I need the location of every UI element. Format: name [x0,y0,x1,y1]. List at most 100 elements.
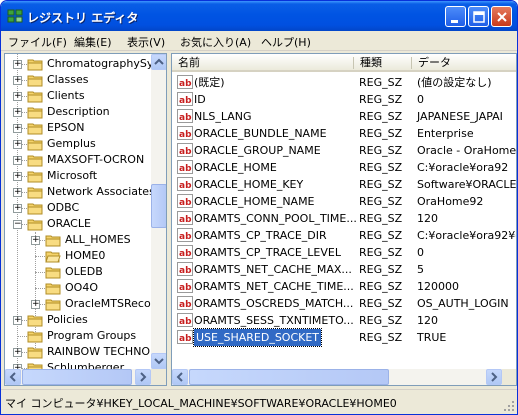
tree-vertical-scrollbar[interactable] [151,54,166,369]
expand-icon[interactable]: + [13,172,22,181]
string-value-icon: ab [177,211,193,225]
value-name: ORAMTS_CONN_POOL_TIME... [194,212,357,225]
scroll-left-button[interactable] [172,369,188,385]
string-value-icon: ab [177,279,193,293]
menu-edit[interactable]: 編集(E) [74,34,112,50]
status-bar: マイ コンピュータ¥HKEY_LOCAL_MACHINE¥SOFTWARE¥OR… [1,389,517,414]
expand-icon[interactable]: + [13,156,22,165]
tree-item[interactable]: + Microsoft [5,168,151,184]
tree-item[interactable]: + ChromatographySys [5,56,159,72]
value-data: JAPANESE_JAPAI [417,110,503,123]
expand-icon[interactable]: + [31,236,40,245]
title-bar[interactable]: レジストリ エディタ [1,1,517,31]
tree-item-label: MAXSOFT-OCRON [47,153,145,166]
resize-grip-icon[interactable] [503,400,515,412]
scroll-corner [151,369,166,385]
svg-text:ab: ab [179,79,192,89]
list-horizontal-scrollbar[interactable] [172,369,502,385]
value-row[interactable]: ab ORAMTS_OSCREDS_MATCH... REG_SZ OS_AUTH_L… [172,295,516,312]
tree-item[interactable]: Program Groups [5,328,151,344]
expand-icon[interactable]: + [13,348,22,357]
tree-item[interactable]: OLEDB [5,264,151,280]
string-value-icon: ab [177,194,193,208]
value-type: REG_SZ [359,93,403,106]
value-row[interactable]: ab ORAMTS_CONN_POOL_TIME... REG_SZ 120 [172,210,516,227]
scroll-thumb[interactable] [151,184,166,228]
expand-icon[interactable]: + [13,60,22,69]
tree-item[interactable]: + Classes [5,72,151,88]
tree-item[interactable]: + Description [5,104,151,120]
value-row[interactable]: ab ORAMTS_NET_CACHE_TIME... REG_SZ 120000 [172,278,516,295]
value-row[interactable]: ab USE_SHARED_SOCKET REG_SZ TRUE [172,328,516,347]
tree-item[interactable]: + ALL_HOMES [5,232,151,248]
expand-icon[interactable]: + [13,92,22,101]
expand-icon[interactable]: + [13,124,22,133]
tree-item[interactable]: + Gemplus [5,136,151,152]
tree-item[interactable]: + Network Associates [5,184,155,200]
value-name: ORAMTS_NET_CACHE_TIME... [194,280,354,293]
value-row[interactable]: ab ORACLE_HOME REG_SZ C:¥oracle¥ora92 [172,159,516,176]
tree-item[interactable]: + ODBC [5,200,151,216]
value-row[interactable]: ab ORAMTS_NET_CACHE_MAX... REG_SZ 5 [172,261,516,278]
key-tree[interactable]: + ChromatographySys + Classes + Clients + Descr… [4,53,167,386]
value-list[interactable]: 名前 種類 データ ab (既定) REG_SZ (値の設定なし) ab ID REG_SZ… [171,53,517,386]
value-type: REG_SZ [359,229,403,242]
menu-favorites[interactable]: お気に入り(A) [180,34,251,50]
value-row[interactable]: ab ORAMTS_CP_TRACE_LEVEL REG_SZ 0 [172,244,516,261]
value-row[interactable]: ab ORACLE_HOME_KEY REG_SZ Software¥ORACLE [172,176,516,193]
expand-icon[interactable]: + [13,108,22,117]
expand-icon[interactable]: + [13,204,22,213]
tree-item[interactable]: OO4O [5,280,151,296]
collapse-icon[interactable]: − [13,220,22,229]
tree-item[interactable]: − ORACLE [5,216,151,232]
tree-item[interactable]: + MAXSOFT-OCRON [5,152,151,168]
value-row[interactable]: ab ID REG_SZ 0 [172,91,516,108]
value-row[interactable]: ab (既定) REG_SZ (値の設定なし) [172,74,516,91]
chevron-up-icon [154,58,164,65]
tree-item[interactable]: + RAINBOW TECHNO [5,344,151,360]
folder-icon [45,267,61,279]
value-row[interactable]: ab ORACLE_HOME_NAME REG_SZ OraHome92 [172,193,516,210]
scroll-thumb[interactable] [22,369,132,385]
value-row[interactable]: ab ORAMTS_CP_TRACE_DIR REG_SZ C:¥oracle¥ora… [172,227,516,244]
value-data: Software¥ORACLE [417,178,517,191]
maximize-button[interactable] [468,6,489,27]
value-row[interactable]: ab ORACLE_GROUP_NAME REG_SZ Oracle - OraHom… [172,142,516,159]
scroll-down-button[interactable] [151,353,166,369]
expand-icon[interactable]: + [13,140,22,149]
tree-item[interactable]: HOME0 [5,248,151,264]
column-header-data[interactable]: データ [412,54,516,72]
value-row[interactable]: ab ORACLE_BUNDLE_NAME REG_SZ Enterprise [172,125,516,142]
folder-icon [27,219,43,231]
scroll-right-button[interactable] [135,369,151,385]
menu-view[interactable]: 表示(V) [127,34,165,50]
expand-icon[interactable]: + [31,300,40,309]
folder-icon [27,91,43,103]
expand-icon[interactable]: + [13,316,22,325]
expand-icon[interactable]: + [13,76,22,85]
tree-item[interactable]: + OracleMTSReco [5,296,151,312]
expand-icon[interactable]: + [13,188,22,197]
value-row[interactable]: ab NLS_LANG REG_SZ JAPANESE_JAPAI [172,108,516,125]
scroll-up-button[interactable] [151,54,166,70]
close-button[interactable] [491,6,512,27]
menu-help[interactable]: ヘルプ(H) [261,34,311,50]
scroll-left-button[interactable] [5,369,21,385]
value-row[interactable]: ab ORAMTS_SESS_TXNTIMETO... REG_SZ 120 [172,312,516,329]
minimize-button[interactable] [445,6,466,27]
column-header-type[interactable]: 種類 [354,54,412,72]
scroll-thumb[interactable] [189,369,389,385]
string-value-icon: ab [177,143,193,157]
tree-horizontal-scrollbar[interactable] [5,369,151,385]
svg-text:ab: ab [179,113,192,123]
tree-guide-line [35,256,45,257]
scroll-right-button[interactable] [486,369,502,385]
tree-item-label: ALL_HOMES [65,233,131,246]
menu-file[interactable]: ファイル(F) [8,34,67,50]
tree-item[interactable]: + EPSON [5,120,151,136]
tree-item-label: RAINBOW TECHNO [47,345,151,358]
column-header-name[interactable]: 名前 [172,54,354,72]
tree-item[interactable]: + Policies [5,312,151,328]
tree-item[interactable]: + Clients [5,88,151,104]
status-path: マイ コンピュータ¥HKEY_LOCAL_MACHINE¥SOFTWARE¥OR… [5,397,397,410]
